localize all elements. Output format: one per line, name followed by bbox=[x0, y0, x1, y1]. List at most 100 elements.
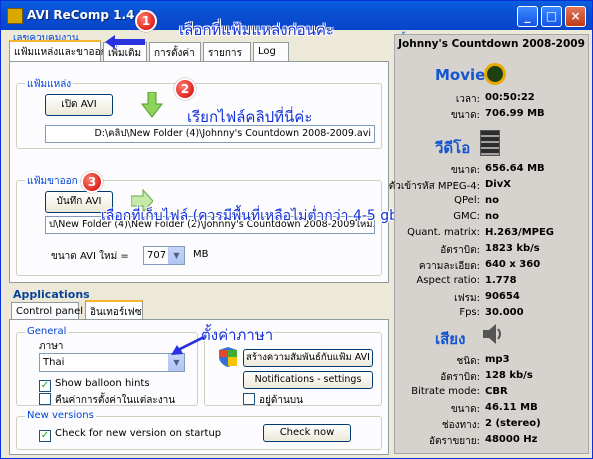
audio-row-label: Bitrate mode: bbox=[411, 386, 480, 397]
annotation-step-1: เลือกที่แฟ้มแหล่งก่อนค่ะ bbox=[179, 21, 334, 39]
checkmark-icon: ✓ bbox=[39, 380, 51, 392]
step-3-badge: 3 bbox=[81, 171, 103, 193]
audio-row-label: ช่องทาง: bbox=[441, 420, 480, 431]
restore-settings-label: คืนค่าการตั้งค่าในแต่ละงาน bbox=[55, 395, 176, 406]
movie-row-value: 706.99 MB bbox=[485, 108, 545, 119]
video-row-value: no bbox=[485, 211, 499, 222]
new-size-unit: MB bbox=[193, 249, 209, 260]
film-icon bbox=[480, 130, 500, 156]
applications-title: Applications bbox=[13, 288, 90, 301]
always-on-top-label: อยู่ด้านบน bbox=[259, 395, 303, 406]
video-row-label: อัตราบิต: bbox=[440, 245, 480, 256]
movie-row-value: 00:50:22 bbox=[485, 92, 535, 103]
video-row-value: DivX bbox=[485, 179, 511, 190]
video-row: Aspect ratio: 1.778 bbox=[395, 275, 590, 290]
annotation-step-3: เลือกที่เก็บไฟล์ (ควรมีพื้นที่เหลือไม่ต่… bbox=[101, 208, 404, 224]
arrow-left-icon bbox=[105, 35, 145, 49]
audio-row-value: 48000 Hz bbox=[485, 434, 538, 445]
minimize-button[interactable]: _ bbox=[517, 6, 538, 27]
video-row-label: Fps: bbox=[459, 307, 480, 318]
tab-source-output[interactable]: แฟ้มแหล่งและขาออก bbox=[9, 40, 107, 62]
video-row-label: เฟรม: bbox=[454, 293, 480, 304]
video-row-label: Aspect ratio: bbox=[416, 275, 480, 286]
audio-heading: เสียง bbox=[435, 330, 466, 348]
new-size-label: ขนาด AVI ใหม่ = bbox=[51, 251, 129, 262]
video-row: GMC: no bbox=[395, 211, 590, 226]
audio-row: อัตราขยาย: 48000 Hz bbox=[395, 434, 590, 449]
video-row-value: no bbox=[485, 195, 499, 206]
output-group: แฟ้มขาออก บันทึก AVI ป\New Folder (4)\Ne… bbox=[16, 174, 382, 276]
checkmark-icon: ✓ bbox=[39, 430, 51, 442]
video-row: เฟรม: 90654 bbox=[395, 291, 590, 306]
tab-settings[interactable]: การตั้งค่า bbox=[149, 42, 201, 62]
notifications-settings-button[interactable]: Notifications - settings bbox=[243, 371, 373, 389]
app-window: AVI ReComp 1.4.5 _ □ × เลขควบคุมงาน แฟ้ม… bbox=[0, 0, 593, 459]
tab-list[interactable]: รายการ bbox=[203, 42, 251, 62]
audio-row: ช่องทาง: 2 (stereo) bbox=[395, 418, 590, 433]
audio-row: Bitrate mode: CBR bbox=[395, 386, 590, 401]
movie-row-label: ขนาด: bbox=[450, 110, 480, 121]
associate-avi-button[interactable]: สร้างความสัมพันธ์กับแฟ้ม AVI bbox=[243, 349, 373, 367]
general-group-title: General bbox=[25, 326, 69, 337]
new-versions-group: New versions ✓ Check for new version on s… bbox=[16, 410, 382, 450]
video-row-label: Quant. matrix: bbox=[407, 227, 480, 238]
step-1-badge: 1 bbox=[135, 10, 157, 32]
check-startup-label: Check for new version on startup bbox=[55, 428, 222, 439]
audio-row-label: อัตราบิต: bbox=[440, 372, 480, 383]
video-row: ขนาด: 656.64 MB bbox=[395, 163, 590, 178]
audio-row: ขนาด: 46.11 MB bbox=[395, 402, 590, 417]
video-row-label: QPel: bbox=[454, 195, 480, 206]
video-row-value: 640 x 360 bbox=[485, 259, 541, 270]
language-select[interactable]: Thai ▼ bbox=[39, 353, 185, 372]
chevron-down-icon[interactable]: ▼ bbox=[168, 247, 184, 264]
movie-row: ขนาด: 706.99 MB bbox=[395, 108, 590, 123]
annotation-step-2: เรียกไฟล์คลิปที่นี่ค่ะ bbox=[187, 108, 313, 126]
audio-row-label: ชนิด: bbox=[456, 356, 481, 367]
video-row: ความละเอียด: 640 x 360 bbox=[395, 259, 590, 274]
output-group-title: แฟ้มขาออก bbox=[25, 174, 80, 189]
video-row-value: 1.778 bbox=[485, 275, 517, 286]
audio-row-value: mp3 bbox=[485, 354, 510, 365]
show-balloon-label: Show balloon hints bbox=[55, 378, 150, 389]
audio-row-value: 46.11 MB bbox=[485, 402, 538, 413]
new-size-select[interactable]: 707 ▼ bbox=[143, 246, 185, 265]
video-heading: วีดีโอ bbox=[435, 139, 471, 157]
show-balloon-checkbox[interactable]: ✓ Show balloon hints bbox=[39, 378, 150, 392]
video-row: Fps: 30.000 bbox=[395, 307, 590, 322]
check-now-button[interactable]: Check now bbox=[263, 424, 351, 442]
info-panel: Johnny's Countdown 2008-2009 Movie เวลา:… bbox=[389, 34, 590, 454]
language-value: Thai bbox=[43, 357, 65, 368]
new-size-value: 707 bbox=[147, 250, 167, 261]
arrow-down-left-icon bbox=[171, 336, 205, 355]
audio-row-value: CBR bbox=[485, 386, 508, 397]
annotation-step-4: ตั้งค่าภาษา bbox=[201, 326, 274, 344]
audio-row: ชนิด: mp3 bbox=[395, 354, 590, 369]
source-group-title: แฟ้มแหล่ง bbox=[25, 77, 74, 92]
always-on-top-checkbox[interactable]: อยู่ด้านบน bbox=[243, 393, 303, 408]
movie-heading: Movie bbox=[435, 66, 486, 84]
video-row-value: 1823 kb/s bbox=[485, 243, 540, 254]
video-row: อัตราบิต: 1823 kb/s bbox=[395, 243, 590, 258]
video-row-label: ตัวเข้ารหัส MPEG-4: bbox=[388, 181, 480, 192]
audio-row-label: อัตราขยาย: bbox=[428, 436, 480, 447]
video-row-label: ขนาด: bbox=[450, 165, 480, 176]
restore-settings-checkbox[interactable]: คืนค่าการตั้งค่าในแต่ละงาน bbox=[39, 393, 175, 408]
audio-row-label: ขนาด: bbox=[450, 404, 480, 415]
maximize-button[interactable]: □ bbox=[541, 6, 562, 27]
step-2-badge: 2 bbox=[174, 78, 196, 100]
window-title: AVI ReComp 1.4.5 bbox=[27, 8, 148, 22]
video-row-value: 30.000 bbox=[485, 307, 524, 318]
video-row: QPel: no bbox=[395, 195, 590, 210]
close-button[interactable]: × bbox=[565, 6, 586, 27]
video-row: Quant. matrix: H.263/MPEG bbox=[395, 227, 590, 242]
audio-row: อัตราบิต: 128 kb/s bbox=[395, 370, 590, 385]
video-row-value: 90654 bbox=[485, 291, 520, 302]
video-row-value: 656.64 MB bbox=[485, 163, 545, 174]
check-startup-checkbox[interactable]: ✓ Check for new version on startup bbox=[39, 428, 221, 442]
tab-log[interactable]: Log bbox=[253, 42, 289, 62]
speaker-icon bbox=[483, 324, 501, 344]
chevron-down-icon[interactable]: ▼ bbox=[168, 354, 184, 371]
video-row-value: H.263/MPEG bbox=[485, 227, 555, 238]
app-icon bbox=[7, 8, 23, 24]
open-avi-button[interactable]: เปิด AVI bbox=[45, 94, 113, 116]
